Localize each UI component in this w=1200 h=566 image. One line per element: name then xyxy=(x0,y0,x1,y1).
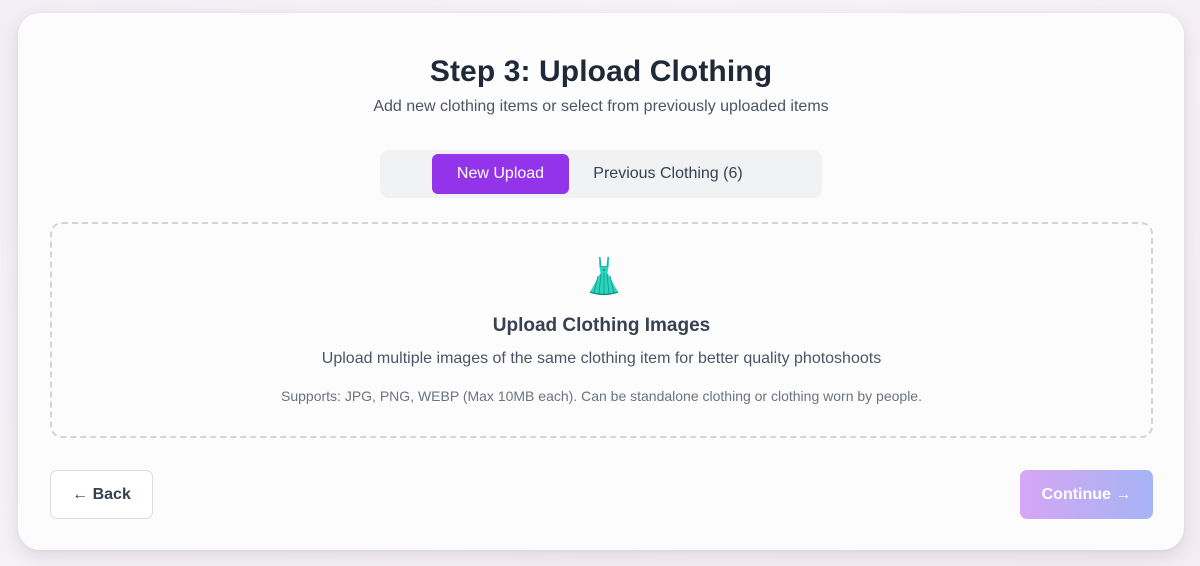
upload-card: Step 3: Upload Clothing Add new clothing… xyxy=(18,13,1184,550)
upload-dropzone[interactable]: Upload Clothing Images Upload multiple i… xyxy=(50,222,1153,438)
page-subtitle: Add new clothing items or select from pr… xyxy=(373,98,829,115)
dropzone-supported-formats: Supports: JPG, PNG, WEBP (Max 10MB each)… xyxy=(281,388,922,404)
page-title: Step 3: Upload Clothing xyxy=(429,55,773,88)
dress-icon xyxy=(589,257,619,296)
upload-tabs: New Upload Previous Clothing (6) xyxy=(380,150,822,198)
dropzone-title: Upload Clothing Images xyxy=(492,315,711,336)
back-button[interactable]: ← Back xyxy=(50,470,153,519)
tab-new-upload[interactable]: New Upload xyxy=(432,154,569,194)
tab-previous-clothing[interactable]: Previous Clothing (6) xyxy=(578,154,758,194)
continue-button[interactable]: Continue → xyxy=(1020,470,1153,519)
dropzone-description: Upload multiple images of the same cloth… xyxy=(321,350,882,367)
